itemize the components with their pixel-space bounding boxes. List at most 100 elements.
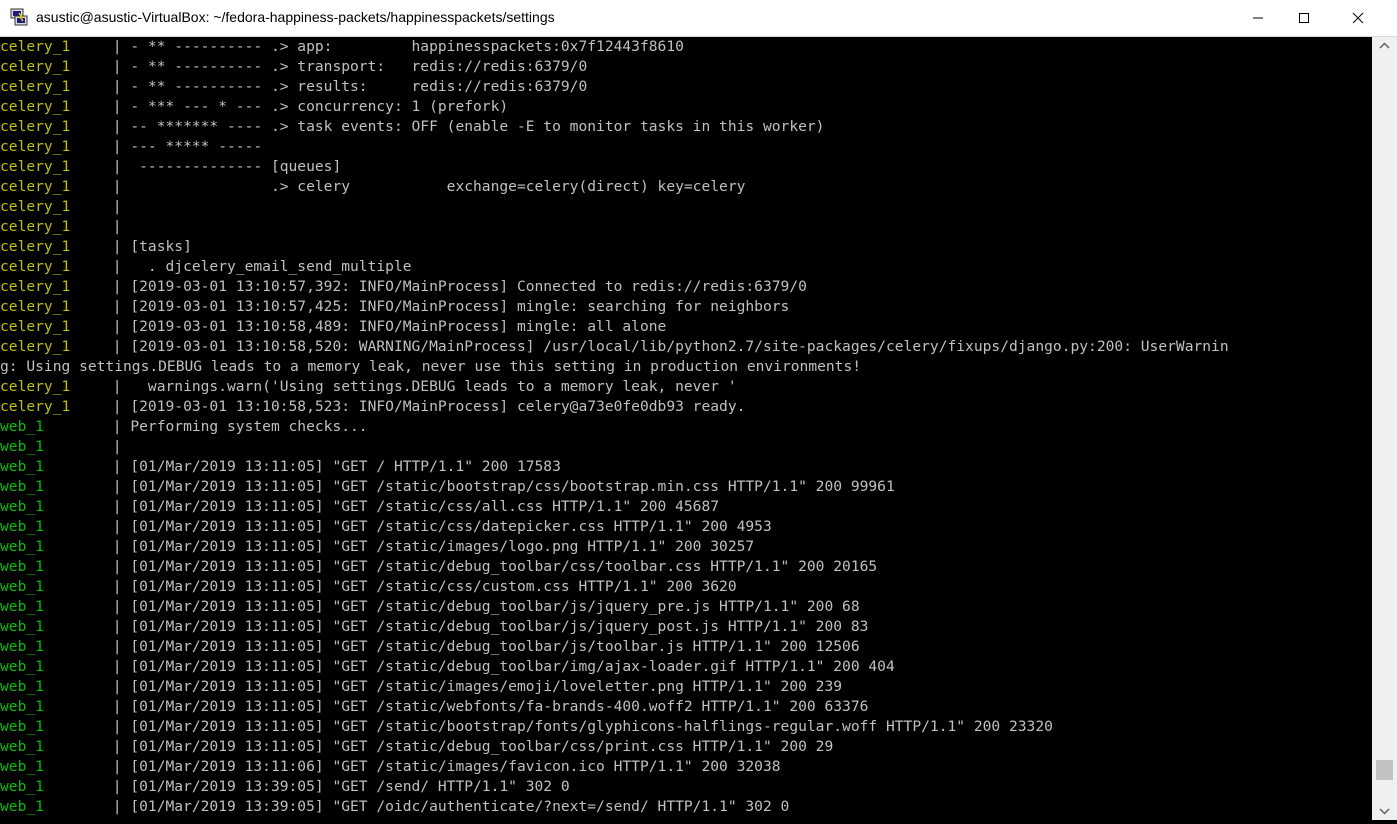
terminal-line: celery_1 | .> celery exchange=celery(dir… — [0, 177, 1372, 197]
log-message: [01/Mar/2019 13:11:05] "GET /static/debu… — [130, 638, 860, 655]
close-icon — [1352, 12, 1364, 24]
line-separator: | — [104, 518, 131, 535]
maximize-button[interactable] — [1281, 0, 1327, 36]
terminal-line: web_1 | [01/Mar/2019 13:11:06] "GET /sta… — [0, 757, 1372, 777]
terminal-line: web_1 | [01/Mar/2019 13:11:05] "GET / HT… — [0, 457, 1372, 477]
line-separator: | — [104, 198, 131, 215]
terminal-line: web_1 | [01/Mar/2019 13:11:05] "GET /sta… — [0, 537, 1372, 557]
line-separator: | — [104, 458, 131, 475]
log-message: [2019-03-01 13:10:58,520: WARNING/MainPr… — [130, 338, 1229, 355]
log-message: [01/Mar/2019 13:11:05] "GET / HTTP/1.1" … — [130, 458, 561, 475]
service-name: celery_1 — [0, 238, 71, 255]
line-separator: | — [104, 478, 131, 495]
log-message: - ** ---------- .> results: redis://redi… — [130, 78, 588, 95]
line-separator: | — [104, 258, 131, 275]
terminal-output[interactable]: celery_1 | - ** ---------- .> app: happi… — [0, 37, 1372, 820]
log-message: [2019-03-01 13:10:58,489: INFO/MainProce… — [130, 318, 667, 335]
line-separator: | — [104, 398, 131, 415]
line-separator: | — [104, 738, 131, 755]
log-message: [01/Mar/2019 13:11:05] "GET /static/debu… — [130, 658, 895, 675]
service-name: web_1 — [0, 698, 44, 715]
log-message: - *** --- * --- .> concurrency: 1 (prefo… — [130, 98, 509, 115]
terminal-line: web_1 | [01/Mar/2019 13:11:05] "GET /sta… — [0, 497, 1372, 517]
terminal-line: web_1 | [01/Mar/2019 13:11:05] "GET /sta… — [0, 657, 1372, 677]
terminal-line: celery_1 | — [0, 197, 1372, 217]
service-name: celery_1 — [0, 398, 71, 415]
line-separator: | — [104, 798, 131, 815]
service-name: celery_1 — [0, 98, 71, 115]
scroll-up-arrow[interactable] — [1372, 37, 1397, 55]
line-separator: | — [104, 778, 131, 795]
line-separator: | — [104, 718, 131, 735]
minimize-icon — [1253, 17, 1263, 19]
line-separator: | — [104, 318, 131, 335]
log-message: - ** ---------- .> app: happinesspackets… — [130, 38, 684, 55]
terminal-line: web_1 | [01/Mar/2019 13:11:05] "GET /sta… — [0, 557, 1372, 577]
putty-terminal-icon[interactable] — [10, 8, 28, 26]
line-separator: | — [104, 338, 131, 355]
line-separator: | — [104, 178, 131, 195]
service-name: web_1 — [0, 598, 44, 615]
log-message: [01/Mar/2019 13:11:05] "GET /static/debu… — [130, 738, 834, 755]
terminal-line: celery_1 | --- ***** ----- — [0, 137, 1372, 157]
log-message: [01/Mar/2019 13:11:05] "GET /static/debu… — [130, 598, 860, 615]
log-message: [2019-03-01 13:10:57,425: INFO/MainProce… — [130, 298, 790, 315]
window-titlebar[interactable]: asustic@asustic-VirtualBox: ~/fedora-hap… — [0, 0, 1397, 37]
log-message: [01/Mar/2019 13:11:05] "GET /static/debu… — [130, 558, 878, 575]
line-separator: | — [104, 58, 131, 75]
close-button[interactable] — [1335, 0, 1381, 36]
line-separator: | — [104, 498, 131, 515]
line-separator: | — [104, 638, 131, 655]
terminal-line: celery_1 | [tasks] — [0, 237, 1372, 257]
line-separator: | — [104, 618, 131, 635]
line-separator: | — [104, 238, 131, 255]
service-name: celery_1 — [0, 198, 71, 215]
scroll-down-arrow[interactable] — [1372, 802, 1397, 820]
log-message: [01/Mar/2019 13:39:05] "GET /send/ HTTP/… — [130, 778, 570, 795]
terminal-line: web_1 | [01/Mar/2019 13:11:05] "GET /sta… — [0, 737, 1372, 757]
log-message: Performing system checks... — [130, 418, 368, 435]
service-name: celery_1 — [0, 298, 71, 315]
log-message: [01/Mar/2019 13:11:06] "GET /static/imag… — [130, 758, 781, 775]
log-message: [2019-03-01 13:10:57,392: INFO/MainProce… — [130, 278, 807, 295]
line-separator: | — [104, 298, 131, 315]
line-separator: | — [104, 78, 131, 95]
line-separator: | — [104, 138, 131, 155]
service-name: web_1 — [0, 578, 44, 595]
line-separator: | — [104, 438, 131, 455]
service-name: celery_1 — [0, 118, 71, 135]
log-message: -- ******* ---- .> task events: OFF (ena… — [130, 118, 825, 135]
log-message: - ** ---------- .> transport: redis://re… — [130, 58, 588, 75]
log-message: g: Using settings.DEBUG leads to a memor… — [0, 358, 862, 375]
terminal-line: web_1 | [01/Mar/2019 13:11:05] "GET /sta… — [0, 717, 1372, 737]
terminal-line: web_1 | [01/Mar/2019 13:11:05] "GET /sta… — [0, 617, 1372, 637]
scrollbar-thumb[interactable] — [1376, 760, 1393, 781]
service-name: web_1 — [0, 418, 44, 435]
service-name: web_1 — [0, 758, 44, 775]
terminal-line: g: Using settings.DEBUG leads to a memor… — [0, 357, 1372, 377]
line-separator: | — [104, 598, 131, 615]
service-name: web_1 — [0, 478, 44, 495]
terminal-line: web_1 | [01/Mar/2019 13:11:05] "GET /sta… — [0, 637, 1372, 657]
service-name: web_1 — [0, 558, 44, 575]
terminal-line: celery_1 | [2019-03-01 13:10:57,425: INF… — [0, 297, 1372, 317]
terminal-line: celery_1 | - ** ---------- .> app: happi… — [0, 37, 1372, 57]
maximize-icon — [1299, 13, 1309, 23]
line-separator: | — [104, 578, 131, 595]
service-name: celery_1 — [0, 78, 71, 95]
log-message: [2019-03-01 13:10:58,523: INFO/MainProce… — [130, 398, 746, 415]
minimize-button[interactable] — [1235, 0, 1281, 36]
line-separator: | — [104, 698, 131, 715]
line-separator: | — [104, 758, 131, 775]
service-name: celery_1 — [0, 338, 71, 355]
terminal-line: web_1 | [01/Mar/2019 13:11:05] "GET /sta… — [0, 597, 1372, 617]
service-name: web_1 — [0, 438, 44, 455]
log-message: [tasks] — [130, 238, 192, 255]
service-name: web_1 — [0, 498, 44, 515]
vertical-scrollbar[interactable] — [1372, 37, 1397, 820]
terminal-line: web_1 | [01/Mar/2019 13:11:05] "GET /sta… — [0, 677, 1372, 697]
terminal-line: celery_1 | -- ******* ---- .> task event… — [0, 117, 1372, 137]
log-message: [01/Mar/2019 13:11:05] "GET /static/imag… — [130, 678, 843, 695]
terminal-line: celery_1 | - ** ---------- .> results: r… — [0, 77, 1372, 97]
service-name: celery_1 — [0, 58, 71, 75]
